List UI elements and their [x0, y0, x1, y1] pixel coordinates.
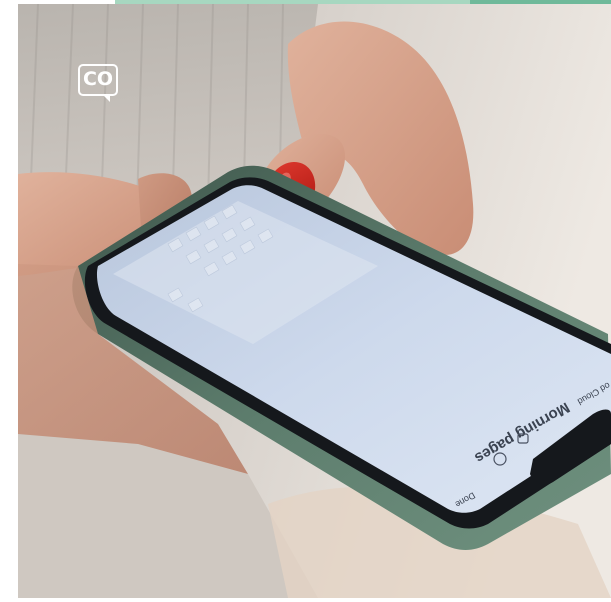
speech-bubble-tail: [102, 94, 110, 102]
logo-text: CO: [82, 68, 114, 90]
co-logo: CO: [78, 64, 122, 102]
image-frame: Morning pages Done od Cloud CO: [0, 0, 611, 602]
